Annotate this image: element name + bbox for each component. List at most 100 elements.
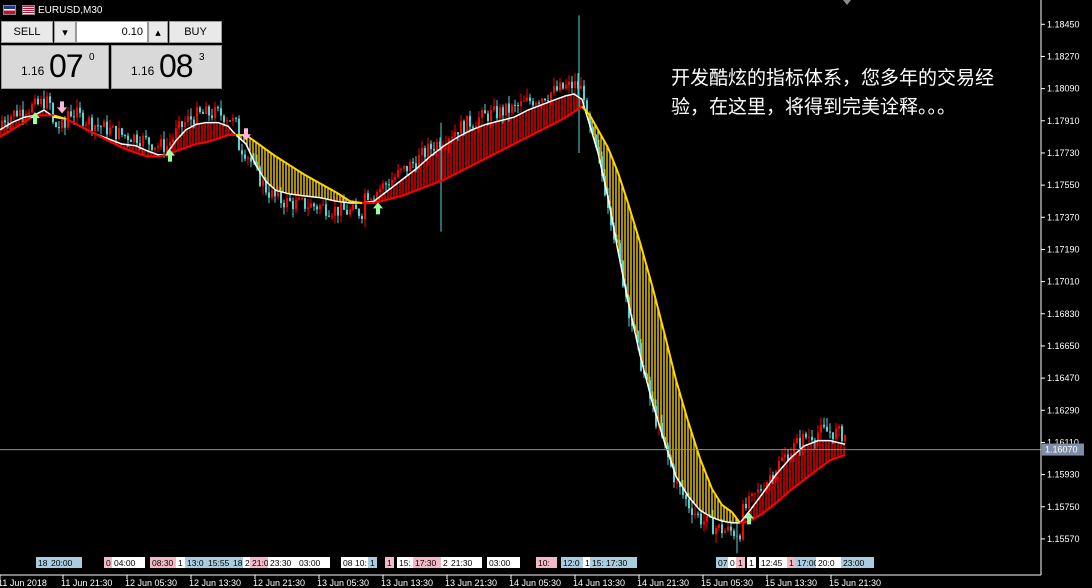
candle-body [112,125,114,128]
event-tag-label: 12:0 [563,558,580,568]
candle-body [352,204,354,210]
price-tick-label: 1.17550 [1047,180,1080,190]
event-tag-label: 23:30 [270,558,292,568]
candle-body [550,92,552,101]
candle-body [292,200,294,210]
event-tag-label: 15:55 [208,558,230,568]
event-tag-label: 1 [387,558,392,568]
price-tick-label: 1.18090 [1047,84,1080,94]
candle-body [397,170,399,178]
lot-decrease-button[interactable]: ▾ [54,21,76,43]
candle-body [364,193,366,220]
candle-body [226,120,228,123]
chart-shift-marker[interactable] [843,0,851,5]
candle-body [301,198,303,200]
candle-body [832,432,834,440]
candle-body [196,107,198,125]
candle-body [676,481,678,483]
candle-body [202,112,204,114]
lot-size-input[interactable]: 0.10 [76,21,148,43]
candle-body [463,120,465,134]
candle-body [142,135,144,147]
event-tag-label: 03:00 [489,558,511,568]
candle-body [733,530,735,537]
time-tick-label: 13 Jun 05:30 [317,578,369,588]
candle-body [472,126,474,128]
annotation-text: 开发酷炫的指标体系，您多年的交易经验，在这里，将得到完美诠释。。。 [671,67,995,118]
sell-button[interactable]: SELL [1,21,53,43]
event-tag-label: 1 [789,558,794,568]
candle-body [100,126,102,128]
candle-body [544,98,546,101]
buy-button[interactable]: BUY [169,21,222,43]
candle-body [139,143,141,147]
candle-body [19,109,21,117]
event-tag-label: 21:30 [451,558,473,568]
candle-body [739,535,741,540]
candle-body [337,206,339,216]
candle-body [58,127,60,129]
candle-body [388,184,390,186]
price-tick-label: 1.17730 [1047,148,1080,158]
candle-body [73,116,75,118]
candle-body [346,209,348,215]
candle-body [541,98,543,103]
candle-body [187,116,189,123]
candle-body [166,145,168,152]
candle-body [37,98,39,105]
buy-arrow-icon [373,202,383,215]
band-line-segment [711,488,723,506]
candle-body [331,215,333,217]
price-tick-label: 1.18450 [1047,19,1080,29]
candle-body [94,125,96,131]
candle-body [40,98,42,105]
buy-price-big: 08 [159,48,194,84]
candle-body [427,143,429,158]
candle-body [241,150,243,155]
candle-body [511,104,513,113]
band-line-segment [429,178,445,187]
candle-body [703,521,705,525]
candle-body [826,426,828,432]
chart-title: EURUSD,M30 [38,4,103,16]
candle-body [106,121,108,135]
candle-body [757,489,759,494]
candle-body [817,432,819,441]
candle-body [400,168,402,171]
candle-body [748,496,750,509]
sell-price-box[interactable]: 1.16 07 0 [1,45,109,89]
candle-body [148,137,150,145]
candle-body [574,80,576,89]
time-tick-label: 12 Jun 05:30 [125,578,177,588]
buy-price-box[interactable]: 1.16 08 3 [111,45,222,89]
candle-body [244,154,246,159]
candle-body [841,426,843,442]
candle-body [127,135,129,141]
candle-body [61,119,63,129]
candle-body [724,530,726,534]
event-tag-label: 10: [355,558,367,568]
candle-body [193,119,195,125]
candle-body [307,207,309,209]
candle-body [520,101,522,106]
candle-body [751,493,753,497]
time-axis: 11 Jun 2018 11 Jun 21:30 12 Jun 05:30 12 Ju… [0,574,1041,588]
candle-body [250,157,252,162]
candle-body [721,524,723,534]
event-tag-label: 17:30 [606,558,628,568]
lot-increase-button[interactable]: ▴ [148,21,168,43]
band-line-segment [387,194,403,201]
candle-body [508,103,510,113]
price-tick-label: 1.16290 [1047,405,1080,415]
candle-body [271,190,273,198]
candle-body [304,198,306,209]
candle-body [403,165,405,169]
candle-body [136,134,138,144]
candle-body [532,101,534,106]
candle-body [523,100,525,102]
time-tick-label: 14 Jun 21:30 [637,578,689,588]
candle-body [535,102,537,106]
price-tick-label: 1.17190 [1047,244,1080,254]
candle-body [490,110,492,122]
band-line-segment [93,132,109,142]
